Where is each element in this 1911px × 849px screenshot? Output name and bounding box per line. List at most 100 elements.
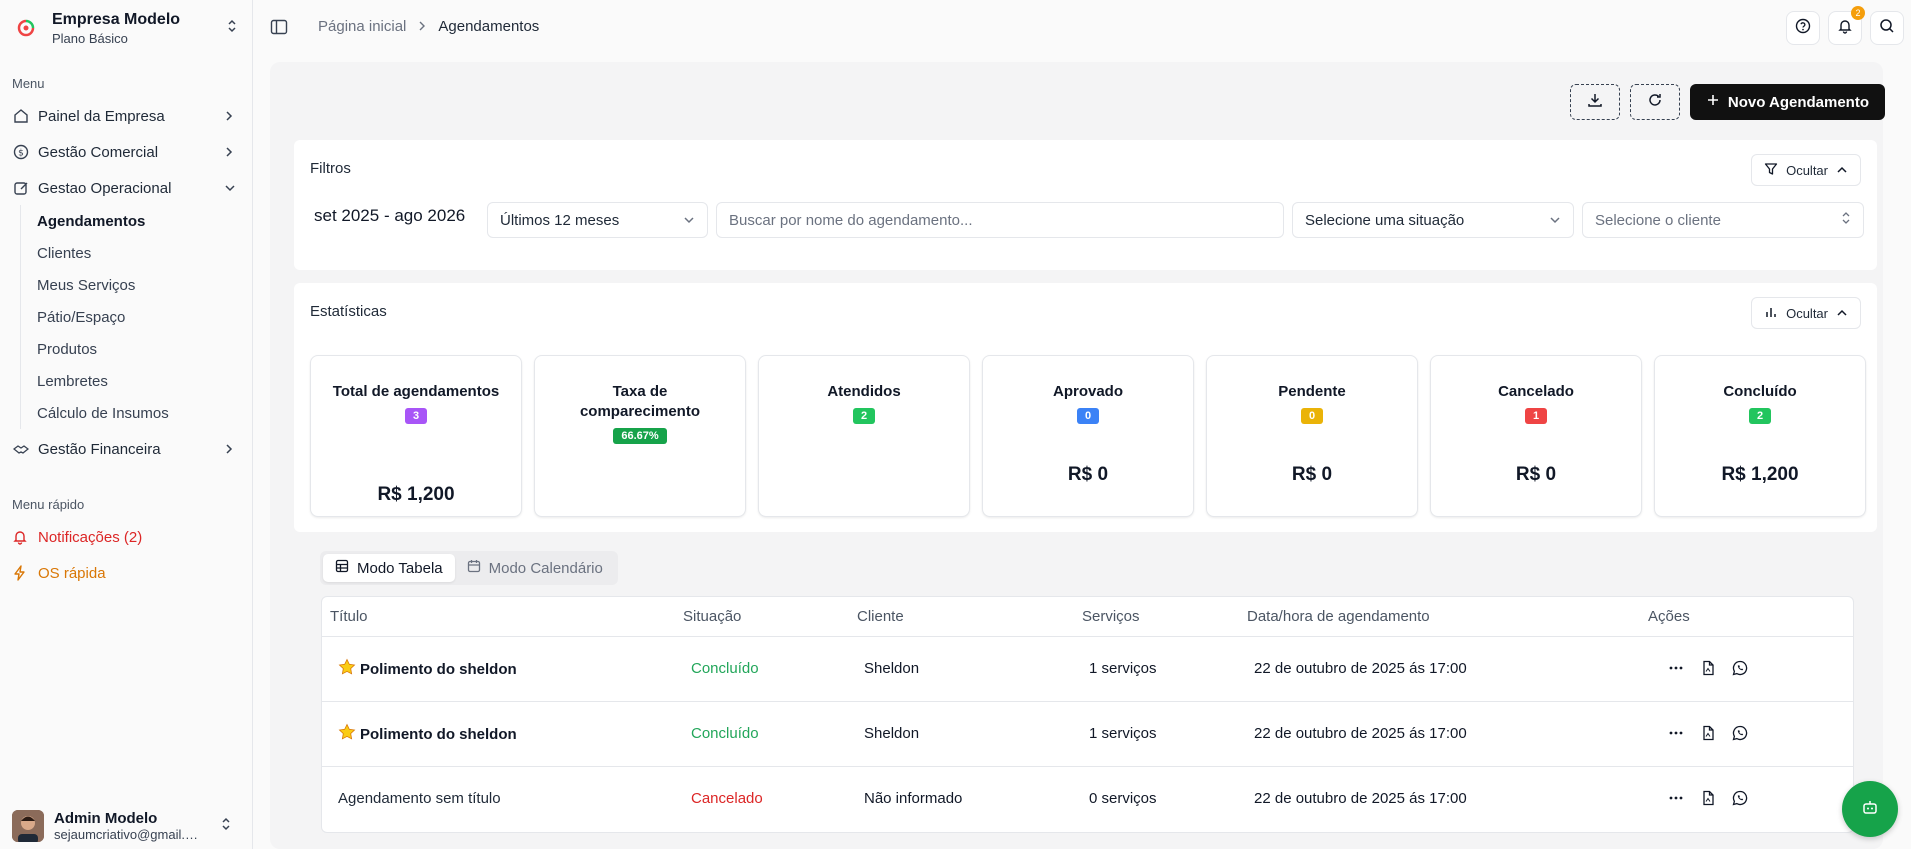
stat-amount: R$ 0	[1067, 464, 1109, 485]
quick-menu-label: Menu rápido	[12, 497, 85, 512]
more-horizontal-icon[interactable]	[1667, 789, 1685, 807]
sidebar-item-comercial[interactable]: $ Gestão Comercial	[12, 137, 240, 167]
row-actions	[1667, 789, 1749, 807]
chevron-up-down-icon	[222, 19, 242, 37]
hide-stats-label: Ocultar	[1786, 305, 1828, 321]
table-row[interactable]: Polimento do sheldon Concluído Sheldon 1…	[322, 637, 1853, 702]
chevron-up-down-icon	[1841, 211, 1851, 229]
assistant-fab-button[interactable]	[1842, 781, 1898, 837]
row-date: 22 de outubro de 2025 ás 17:00	[1254, 660, 1467, 677]
whatsapp-icon[interactable]	[1731, 789, 1749, 807]
stats-title: Estatísticas	[310, 303, 387, 320]
sidebar-item-painel[interactable]: Painel da Empresa	[12, 101, 240, 131]
bell-icon	[1837, 18, 1853, 38]
bar-chart-icon	[1764, 305, 1778, 322]
sidebar-toggle-icon[interactable]	[270, 18, 290, 38]
more-horizontal-icon[interactable]	[1667, 724, 1685, 742]
refresh-button[interactable]	[1629, 84, 1680, 120]
company-switcher[interactable]: Empresa Modelo Plano Básico	[10, 8, 242, 48]
search-button[interactable]	[1870, 11, 1904, 45]
whatsapp-icon[interactable]	[1731, 724, 1749, 742]
chevron-right-icon	[418, 19, 426, 34]
column-header-services: Serviços	[1082, 608, 1140, 625]
download-icon	[1587, 92, 1603, 112]
row-client: Sheldon	[864, 725, 920, 742]
stat-badge: 0	[1300, 408, 1324, 424]
quick-notifications[interactable]: Notificações (2)	[12, 522, 142, 552]
file-pdf-icon[interactable]	[1699, 724, 1717, 742]
bell-ring-icon	[12, 529, 30, 545]
sidebar-subitem-patio[interactable]: Pátio/Espaço	[21, 301, 240, 333]
column-header-title: Título	[330, 608, 368, 625]
tab-calendar-mode[interactable]: Modo Calendário	[455, 554, 615, 582]
file-pdf-icon[interactable]	[1699, 789, 1717, 807]
chevron-up-icon	[1836, 306, 1848, 321]
quick-os[interactable]: OS rápida	[12, 558, 106, 588]
sidebar-subitem-servicos[interactable]: Meus Serviços	[21, 269, 240, 301]
hide-filters-label: Ocultar	[1786, 162, 1828, 178]
table-header: Título Situação Cliente Serviços Data/ho…	[322, 597, 1853, 637]
status-select[interactable]: Selecione uma situação	[1292, 202, 1574, 238]
column-header-status: Situação	[683, 608, 742, 625]
stat-card-total: Total de agendamentos 3 R$ 1,200	[310, 355, 522, 517]
status-placeholder: Selecione uma situação	[1305, 211, 1465, 229]
stat-title: Cancelado	[1498, 383, 1574, 400]
appointments-table: Título Situação Cliente Serviços Data/ho…	[321, 596, 1854, 833]
user-email: sejaumcriativo@gmail.com	[54, 827, 204, 842]
sidebar-subitem-agendamentos[interactable]: Agendamentos	[21, 205, 240, 237]
new-appointment-button[interactable]: Novo Agendamento	[1689, 84, 1885, 120]
table-row[interactable]: Agendamento sem título Cancelado Não inf…	[322, 767, 1853, 832]
export-button[interactable]	[1569, 84, 1620, 120]
table-icon	[335, 559, 349, 577]
sidebar-subitem-clientes[interactable]: Clientes	[21, 237, 240, 269]
search-field[interactable]	[716, 202, 1284, 238]
breadcrumb-home[interactable]: Página inicial	[318, 18, 406, 35]
table-row[interactable]: Polimento do sheldon Concluído Sheldon 1…	[322, 702, 1853, 767]
tab-table-mode[interactable]: Modo Tabela	[323, 554, 455, 582]
row-client: Não informado	[864, 790, 963, 807]
whatsapp-icon[interactable]	[1731, 659, 1749, 677]
star-icon	[338, 658, 356, 680]
stat-title: Taxa de comparecimento	[579, 383, 701, 420]
edit-square-icon	[12, 179, 30, 197]
tab-label: Modo Tabela	[357, 559, 443, 577]
hide-filters-button[interactable]: Ocultar	[1751, 154, 1861, 186]
menu-section-label: Menu	[12, 76, 45, 91]
chevron-up-icon	[1836, 163, 1848, 178]
quick-notifications-label: Notificações (2)	[38, 528, 143, 546]
row-status: Cancelado	[691, 790, 763, 807]
dollar-circle-icon: $	[12, 143, 30, 161]
chevron-down-icon	[1549, 212, 1561, 229]
stat-title: Concluído	[1723, 383, 1797, 400]
stat-badge: 3	[404, 408, 428, 424]
view-mode-tabs: Modo Tabela Modo Calendário	[320, 551, 618, 585]
more-horizontal-icon[interactable]	[1667, 659, 1685, 677]
main-content: Novo Agendamento Filtros Ocultar set 202…	[270, 62, 1885, 849]
page-actions: Novo Agendamento	[1569, 84, 1885, 120]
sidebar-item-operacional[interactable]: Gestao Operacional	[12, 173, 240, 203]
breadcrumb-current: Agendamentos	[438, 18, 540, 35]
sidebar-item-financeira[interactable]: Gestão Financeira	[12, 434, 240, 464]
user-menu[interactable]: Admin Modelo sejaumcriativo@gmail.com	[12, 806, 240, 846]
sidebar-subitem-lembretes[interactable]: Lembretes	[21, 365, 240, 397]
range-select[interactable]: Últimos 12 meses	[487, 202, 708, 238]
sidebar-subitem-produtos[interactable]: Produtos	[21, 333, 240, 365]
hide-stats-button[interactable]: Ocultar	[1751, 297, 1861, 329]
stat-card-approved: Aprovado 0 R$ 0	[982, 355, 1194, 517]
sidebar-subitem-insumos[interactable]: Cálculo de Insumos	[21, 397, 240, 429]
help-button[interactable]	[1786, 11, 1820, 45]
client-placeholder: Selecione o cliente	[1595, 211, 1721, 229]
stat-badge: 1	[1524, 408, 1548, 424]
file-pdf-icon[interactable]	[1699, 659, 1717, 677]
star-icon	[338, 723, 356, 745]
row-client: Sheldon	[864, 660, 920, 677]
user-name: Admin Modelo	[54, 810, 158, 827]
row-status: Concluído	[691, 725, 759, 742]
company-logo	[10, 12, 42, 44]
notifications-button[interactable]: 2	[1828, 6, 1865, 45]
stat-card-pending: Pendente 0 R$ 0	[1206, 355, 1418, 517]
client-select[interactable]: Selecione o cliente	[1582, 202, 1864, 238]
plus-icon	[1706, 93, 1720, 111]
row-title: Polimento do sheldon	[360, 660, 517, 678]
search-input[interactable]	[729, 211, 1271, 229]
